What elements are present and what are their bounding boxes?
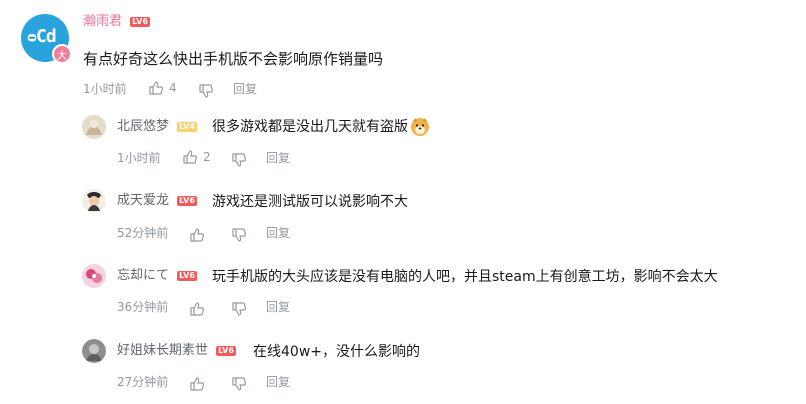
reply-username[interactable]: 成天爱龙 LV6 [117, 193, 197, 209]
reply-avatar[interactable] [82, 264, 106, 288]
thumb-up-icon [190, 301, 205, 316]
level-badge: LV6 [177, 270, 197, 281]
reply-like-button[interactable] [189, 224, 205, 243]
reply-dislike-button[interactable] [231, 373, 247, 392]
reply-time: 27分钟前 [117, 375, 169, 389]
reply-text: 玩手机版的大头应该是没有电脑的人吧，并且steam上有创意工坊，影响不会太大 [212, 269, 718, 285]
reply-reply-button[interactable]: 回复 [266, 225, 290, 241]
thumb-down-icon [232, 227, 247, 242]
reply-dislike-button[interactable] [231, 149, 247, 168]
reply-username-text: 成天爱龙 [117, 193, 170, 208]
level-badge: LV4 [177, 121, 197, 132]
reply-reply-button[interactable]: 回复 [266, 374, 290, 390]
level-badge: LV6 [130, 16, 150, 27]
main-reply-button[interactable]: 回复 [233, 81, 257, 97]
thumb-down-icon [232, 152, 247, 167]
reply-username[interactable]: 北辰悠梦 LV4 [117, 119, 197, 135]
reply-like-count: 2 [203, 150, 211, 164]
avatar-image [82, 189, 106, 213]
reply-username[interactable]: 忘却にて LV6 [117, 268, 197, 284]
reply-like-button[interactable]: 2 [182, 149, 211, 165]
avatar-logo: ᴑCd [27, 26, 57, 47]
reply-time: 52分钟前 [117, 226, 169, 240]
avatar-image [82, 339, 106, 363]
main-comment-text: 有点好奇这么快出手机版不会影响原作销量吗 [83, 50, 384, 68]
reply-content: 很多游戏都是没出几天就有盗版 [212, 117, 430, 137]
main-username-text: 瀚雨君 [83, 14, 123, 29]
main-like-count: 4 [169, 81, 177, 95]
thumb-down-icon [232, 376, 247, 391]
level-badge: LV6 [216, 345, 236, 356]
reply-like-button[interactable] [189, 373, 205, 392]
reply-avatar[interactable] [82, 339, 106, 363]
main-dislike-button[interactable] [198, 80, 214, 99]
main-like-button[interactable]: 4 [148, 80, 177, 96]
avatar-image [82, 264, 106, 288]
reply-time: 36分钟前 [117, 300, 169, 314]
reply-text: 游戏还是测试版可以说影响不大 [212, 194, 408, 210]
thumb-up-icon [190, 227, 205, 242]
thumb-up-icon [149, 81, 164, 95]
thumb-up-icon [190, 376, 205, 391]
thumb-up-icon [183, 150, 198, 164]
reply-time: 1小时前 [117, 151, 161, 165]
reply-dislike-button[interactable] [231, 224, 247, 243]
reply-text: 很多游戏都是没出几天就有盗版 [212, 119, 408, 135]
avatar-badge: 大 [52, 44, 72, 64]
main-avatar[interactable]: ᴑCd 大 [21, 14, 72, 64]
level-badge: LV6 [177, 195, 197, 206]
reply-username-text: 好姐妹长期素世 [117, 343, 209, 358]
main-username[interactable]: 瀚雨君 LV6 [83, 14, 150, 30]
reply-text: 在线40w+，没什么影响的 [253, 344, 420, 360]
main-comment-time: 1小时前 [83, 82, 127, 96]
reply-reply-button[interactable]: 回复 [266, 150, 290, 166]
avatar-image [82, 115, 106, 139]
reply-username[interactable]: 好姐妹长期素世 LV6 [117, 343, 236, 359]
reply-avatar[interactable] [82, 189, 106, 213]
thumb-down-icon [199, 83, 214, 98]
reply-like-button[interactable] [189, 298, 205, 317]
thumb-down-icon [232, 301, 247, 316]
reply-username-text: 忘却にて [117, 268, 170, 283]
doge-emoji-icon [411, 118, 429, 136]
reply-dislike-button[interactable] [231, 298, 247, 317]
reply-reply-button[interactable]: 回复 [266, 299, 290, 315]
reply-avatar[interactable] [82, 115, 106, 139]
reply-username-text: 北辰悠梦 [117, 119, 170, 134]
